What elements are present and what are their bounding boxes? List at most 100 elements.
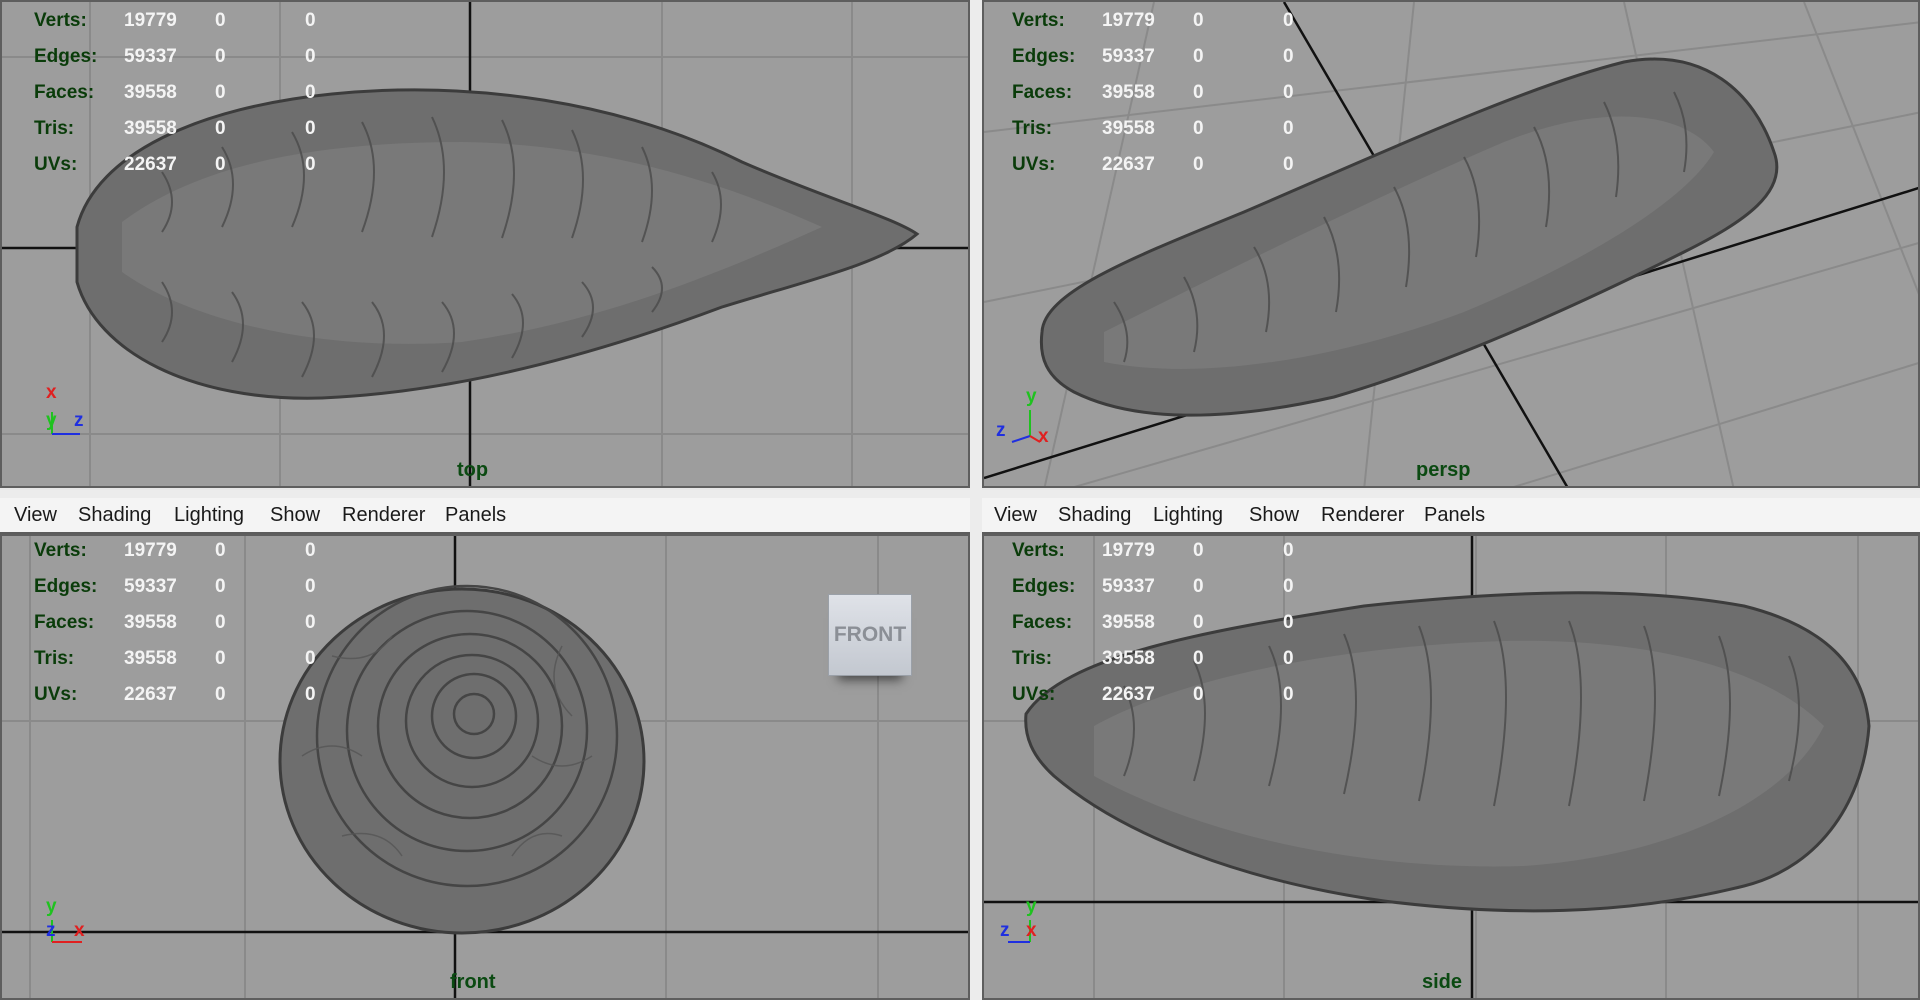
axis-y-label: y [1026,386,1037,407]
menu-lighting[interactable]: Lighting [1153,504,1223,527]
hud-value-zero: 0 [305,154,316,175]
viewport-persp[interactable]: Verts: 19779 0 0 Edges: 59337 0 0 Faces:… [982,0,1920,488]
hud-value-zero: 0 [1193,82,1204,103]
hud-value-uvs: 22637 [124,684,177,705]
hud-value-zero: 0 [305,576,316,597]
menu-view[interactable]: View [14,504,57,527]
menu-view[interactable]: View [994,504,1037,527]
hud-label-uvs: UVs: [1012,684,1056,705]
hud-value-zero: 0 [305,46,316,67]
hud-value-zero: 0 [215,540,226,561]
hud-value-faces: 39558 [124,612,177,633]
view-name-side: side [1422,971,1463,993]
panel-side: View Shading Lighting Show Renderer Pane… [982,498,1920,1000]
hud-value-zero: 0 [1193,612,1204,633]
panel-separator-vertical[interactable] [970,0,982,1000]
menu-renderer[interactable]: Renderer [1321,504,1404,527]
hud-value-verts: 19779 [1102,10,1155,31]
axis-gizmo-icon: y z x [996,386,1066,452]
hud-value-zero: 0 [1283,46,1294,67]
hud-value-verts: 19779 [124,10,177,31]
hud-value-zero: 0 [1283,154,1294,175]
axis-x-label: x [46,382,57,403]
menu-panels[interactable]: Panels [445,504,506,527]
hud-value-zero: 0 [1193,684,1204,705]
hud-value-zero: 0 [1193,576,1204,597]
viewport-top[interactable]: Verts: 19779 0 0 Edges: 59337 0 0 Faces:… [0,0,970,488]
hud-value-zero: 0 [305,648,316,669]
hud-value-uvs: 22637 [124,154,177,175]
menu-panels[interactable]: Panels [1424,504,1485,527]
hud-value-verts: 19779 [1102,540,1155,561]
menu-show[interactable]: Show [1249,504,1299,527]
hud-value-zero: 0 [215,154,226,175]
hud-label-uvs: UVs: [1012,154,1056,175]
hud-value-zero: 0 [305,10,316,31]
panel-separator-horizontal[interactable] [0,490,1920,498]
hud-label-edges: Edges: [34,46,98,67]
viewport-side[interactable]: Verts: 19779 0 0 Edges: 59337 0 0 Faces:… [982,534,1920,1000]
viewport-top-scene [2,2,968,486]
viewport-side-scene [984,536,1918,998]
panel-front: View Shading Lighting Show Renderer Pane… [0,498,970,1000]
viewport-front-scene [2,536,968,998]
hud-value-zero: 0 [1193,540,1204,561]
hud-value-uvs: 22637 [1102,154,1155,175]
hud-value-tris: 39558 [1102,118,1155,139]
axis-z-label: z [46,920,56,941]
hud-label-tris: Tris: [34,648,75,669]
menu-shading[interactable]: Shading [78,504,151,527]
hud-value-zero: 0 [1193,648,1204,669]
hud-value-zero: 0 [305,684,316,705]
hud-value-zero: 0 [215,684,226,705]
axis-x-label: x [74,920,85,941]
axis-x-label: x [1038,426,1049,447]
hud-value-edges: 59337 [124,576,177,597]
menu-renderer[interactable]: Renderer [342,504,425,527]
hud-label-faces: Faces: [34,612,95,633]
menu-show[interactable]: Show [270,504,320,527]
hud-value-edges: 59337 [1102,46,1155,67]
hud-label-uvs: UVs: [34,684,78,705]
hud-value-zero: 0 [1283,10,1294,31]
pinecone-front-mesh [278,584,646,935]
menu-shading[interactable]: Shading [1058,504,1131,527]
hud-label-edges: Edges: [1012,576,1076,597]
view-name-top: top [457,459,489,481]
hud-value-zero: 0 [305,118,316,139]
axis-y-label: y [46,410,57,431]
axis-x-label: x [1026,920,1037,941]
viewport-persp-scene [984,2,1918,486]
hud-value-tris: 39558 [124,118,177,139]
panel-top: Verts: 19779 0 0 Edges: 59337 0 0 Faces:… [0,0,972,490]
hud-value-zero: 0 [1193,154,1204,175]
hud-value-zero: 0 [1283,118,1294,139]
viewcube-icon[interactable]: FRONT [828,594,912,676]
hud-value-zero: 0 [1283,540,1294,561]
axis-gizmo-icon: y z x [996,896,1056,956]
viewport-front[interactable]: Verts: 19779 0 0 Edges: 59337 0 0 Faces:… [0,534,970,1000]
view-name-persp: persp [1416,459,1471,481]
hud-value-zero: 0 [305,82,316,103]
hud-label-faces: Faces: [34,82,95,103]
hud-value-edges: 59337 [1102,576,1155,597]
pinecone-side-mesh [1024,591,1871,913]
hud-label-verts: Verts: [1012,540,1065,561]
hud-value-zero: 0 [1283,648,1294,669]
hud-value-zero: 0 [215,82,226,103]
hud-value-zero: 0 [1283,684,1294,705]
axis-gizmo-icon: x y z [40,382,100,442]
hud-value-faces: 39558 [1102,82,1155,103]
hud-value-zero: 0 [305,612,316,633]
axis-z-label: z [996,420,1006,441]
hud-value-faces: 39558 [1102,612,1155,633]
axis-y-label: y [46,896,57,917]
axis-y-label: y [1026,896,1037,917]
hud-label-tris: Tris: [1012,648,1053,669]
hud-value-zero: 0 [1193,118,1204,139]
hud-value-uvs: 22637 [1102,684,1155,705]
hud-value-zero: 0 [215,10,226,31]
hud-label-edges: Edges: [1012,46,1076,67]
menu-lighting[interactable]: Lighting [174,504,244,527]
hud-label-verts: Verts: [34,10,87,31]
